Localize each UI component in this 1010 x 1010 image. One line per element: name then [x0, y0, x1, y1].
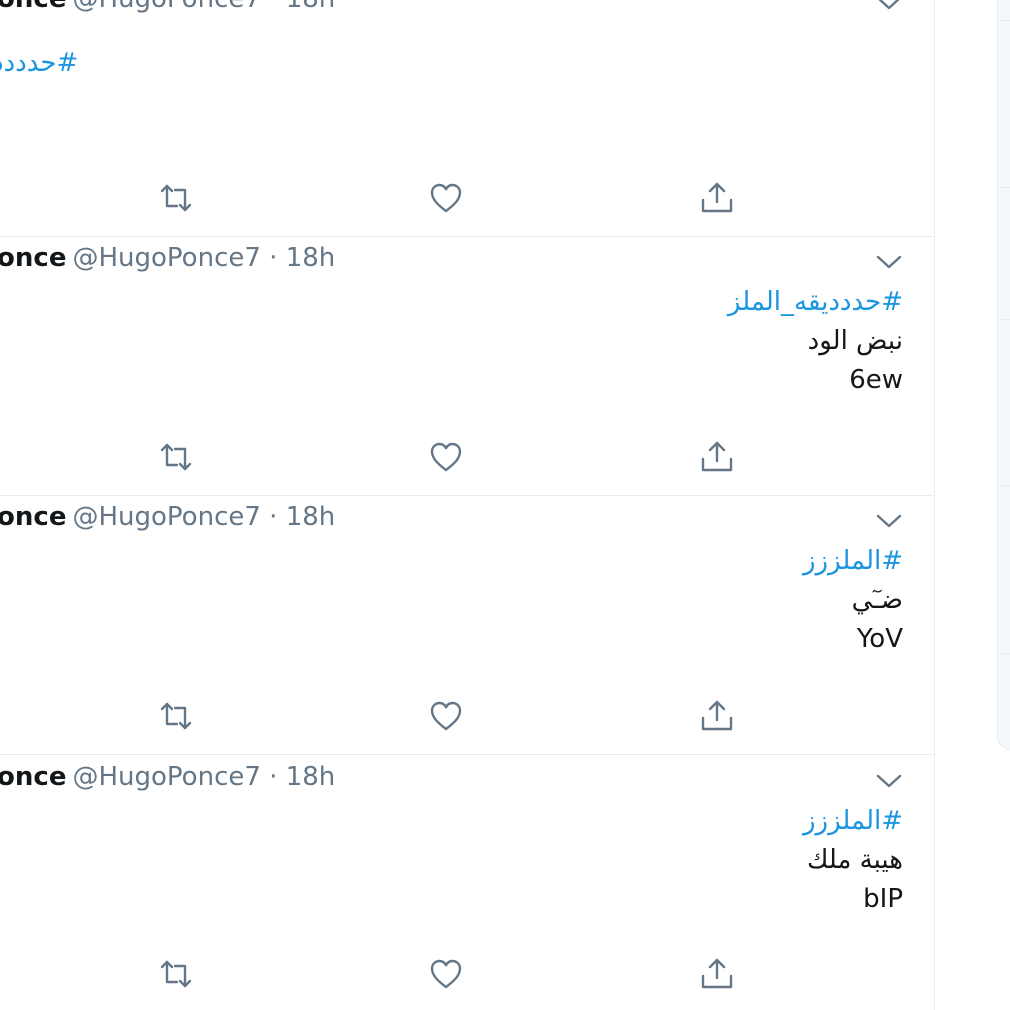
tweet[interactable]: Ponce@HugoPonce7 · 18h #الملززز هيبة ملك… [0, 756, 934, 1010]
tweet-header: Ponce@HugoPonce7 · 18h [0, 241, 335, 275]
tweet[interactable]: Ponce@HugoPonce7 · 18h #الملززز ضـٓي YoV [0, 496, 934, 755]
retweet-button[interactable] [156, 954, 196, 994]
timeline: Ponce@HugoPonce7 · 18h #حدددد [0, 0, 935, 1010]
tweet-text: #الملززز هيبة ملك bIP [803, 802, 903, 919]
share-icon [701, 182, 733, 213]
like-button[interactable] [426, 954, 466, 994]
heart-icon [430, 701, 462, 731]
chevron-down-icon[interactable] [876, 0, 902, 12]
tweet-text: #الملززز ضـٓي YoV [803, 542, 903, 659]
chevron-down-icon[interactable] [876, 772, 902, 790]
sidebar-divider [1000, 187, 1010, 188]
tweet[interactable]: Ponce@HugoPonce7 · 18h #حددديقه_الملز نب… [0, 237, 934, 496]
retweet-icon [160, 184, 192, 212]
sidebar-divider [1000, 20, 1010, 21]
tweet-header: Ponce @HugoPonce7 · 18h [0, 0, 335, 16]
author-name[interactable]: Ponce [0, 502, 66, 532]
tweet-text: #حددديقه_الملز نبض الود 6ew [728, 283, 903, 400]
tweet-actions [0, 178, 934, 218]
sidebar-divider [1000, 653, 1010, 654]
author-meta[interactable]: @HugoPonce7 · 18h [72, 762, 335, 792]
author-name[interactable]: Ponce [0, 0, 66, 14]
share-button[interactable] [697, 178, 737, 218]
hashtag-link[interactable]: #الملززز [803, 542, 903, 581]
tweet-header: Ponce@HugoPonce7 · 18h [0, 760, 335, 794]
retweet-icon [160, 960, 192, 988]
tweet-text-line: نبض الود [807, 326, 903, 356]
tweet-text-line: ضـٓي [851, 585, 903, 615]
tweet-actions [0, 696, 934, 736]
retweet-button[interactable] [156, 178, 196, 218]
tweet-actions [0, 437, 934, 477]
heart-icon [430, 442, 462, 472]
heart-icon [430, 183, 462, 213]
hashtag-link[interactable]: #الملززز [803, 802, 903, 841]
author-name[interactable]: Ponce [0, 762, 66, 792]
retweet-button[interactable] [156, 437, 196, 477]
share-icon [701, 700, 733, 731]
tweet-text-line: هيبة ملك [806, 845, 903, 875]
like-button[interactable] [426, 178, 466, 218]
like-button[interactable] [426, 696, 466, 736]
retweet-button[interactable] [156, 696, 196, 736]
author-meta[interactable]: @HugoPonce7 · 18h [72, 243, 335, 273]
heart-icon [430, 959, 462, 989]
tweet[interactable]: Ponce @HugoPonce7 · 18h #حدددد [0, 0, 934, 237]
chevron-down-icon[interactable] [876, 253, 902, 271]
sidebar-divider [1000, 485, 1010, 486]
tweet-text-line: YoV [856, 624, 903, 654]
share-icon [701, 958, 733, 989]
sidebar-divider [1000, 319, 1010, 320]
author-name[interactable]: Ponce [0, 243, 66, 273]
share-button[interactable] [697, 696, 737, 736]
hashtag-link[interactable]: #حددديقه_الملز [728, 283, 903, 322]
retweet-icon [160, 702, 192, 730]
tweet-text-line: 6ew [849, 365, 903, 395]
share-button[interactable] [697, 437, 737, 477]
author-meta[interactable]: @HugoPonce7 · 18h [72, 0, 335, 14]
like-button[interactable] [426, 437, 466, 477]
sidebar-card [997, 0, 1010, 750]
hashtag-link[interactable]: #حدددد [0, 44, 78, 83]
share-button[interactable] [697, 954, 737, 994]
retweet-icon [160, 443, 192, 471]
share-icon [701, 441, 733, 472]
author-meta[interactable]: @HugoPonce7 · 18h [72, 502, 335, 532]
tweet-text-line: bIP [863, 884, 903, 914]
tweet-actions [0, 954, 934, 994]
tweet-header: Ponce@HugoPonce7 · 18h [0, 500, 335, 534]
chevron-down-icon[interactable] [876, 512, 902, 530]
